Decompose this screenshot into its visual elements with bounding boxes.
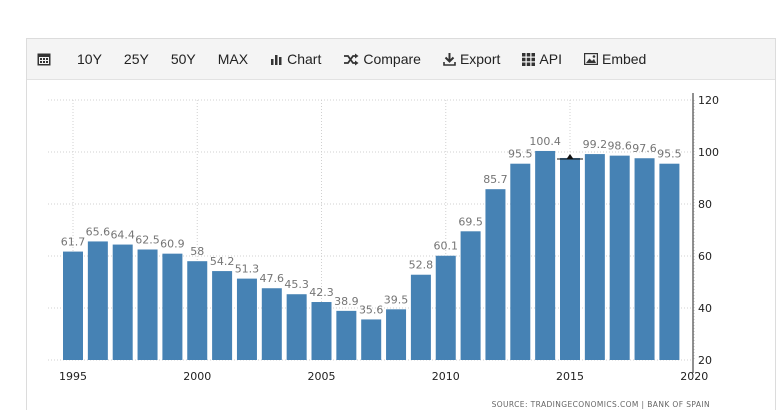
x-tick-label: 2010 [432, 370, 460, 383]
bar-value-label: 64.4 [110, 229, 135, 242]
bar-value-label: 42.3 [309, 286, 334, 299]
bar-value-label: 47.6 [260, 272, 285, 285]
bar [236, 278, 257, 360]
bar-value-label: 97.6 [632, 142, 657, 155]
bars [63, 150, 680, 360]
bar-value-label: 62.5 [135, 234, 160, 247]
bar-value-label: 65.6 [86, 225, 111, 238]
y-tick-label: 80 [698, 198, 712, 211]
x-tick-label: 2020 [680, 370, 708, 383]
y-tick-label: 120 [698, 94, 719, 107]
bar [212, 271, 233, 360]
x-tick-label: 2005 [308, 370, 336, 383]
bar [386, 309, 407, 360]
bar-value-label: 51.3 [235, 263, 260, 276]
bar [460, 231, 481, 360]
bar-value-label: 95.5 [508, 148, 533, 161]
bar-chart: 61.765.6 64.4 62.5 60.9 58 54.251.347.6 45.342… [48, 93, 719, 409]
bar [510, 163, 531, 360]
y-tick-label: 40 [698, 302, 712, 315]
bar [435, 255, 456, 360]
bar-value-label: 45.3 [284, 278, 309, 291]
bar-value-label: 35.6 [359, 303, 384, 316]
bar-value-label: 100.4 [529, 135, 561, 148]
bar-value-label: 39.5 [384, 293, 409, 306]
bar [584, 154, 605, 360]
bar [87, 241, 108, 360]
bar-value-label: 54.2 [210, 255, 235, 268]
bar-value-label: 99.2 [583, 138, 608, 151]
bar [634, 158, 655, 360]
y-tick-label: 20 [698, 354, 712, 367]
bar-value-label: 61.7 [61, 236, 86, 249]
bar-value-label: 58 [190, 245, 204, 258]
x-tick-label: 1995 [59, 370, 87, 383]
bar-value-label: 60.9 [160, 238, 185, 251]
bar [361, 319, 382, 360]
bar [261, 288, 282, 360]
bar-value-label: 98.6 [607, 140, 632, 153]
bar [137, 249, 158, 360]
y-tick-label: 60 [698, 250, 712, 263]
bar-value-label: 69.5 [458, 215, 483, 228]
marker-triangle [566, 153, 574, 159]
bar [609, 155, 630, 360]
bar-value-label: 52.8 [409, 259, 434, 272]
y-tick-label: 100 [698, 146, 719, 159]
bar [410, 274, 431, 360]
bar [112, 244, 133, 360]
bar [535, 150, 556, 360]
bar [162, 253, 183, 360]
bar [286, 294, 307, 360]
bar-value-label: 38.9 [334, 295, 359, 308]
x-tick-label: 2015 [556, 370, 584, 383]
bar [63, 251, 83, 360]
bar [485, 189, 506, 360]
bar [560, 157, 580, 360]
bar [659, 163, 680, 360]
x-tick-label: 2000 [183, 370, 211, 383]
bar [311, 302, 332, 360]
source-note: SOURCE: TRADINGECONOMICS.COM | BANK OF S… [492, 400, 710, 409]
bar-value-label: 85.7 [483, 173, 508, 186]
bar-value-label: 95.5 [657, 148, 682, 161]
bar [336, 310, 357, 360]
bar-value-label: 60.1 [434, 240, 459, 253]
bar [187, 261, 208, 360]
